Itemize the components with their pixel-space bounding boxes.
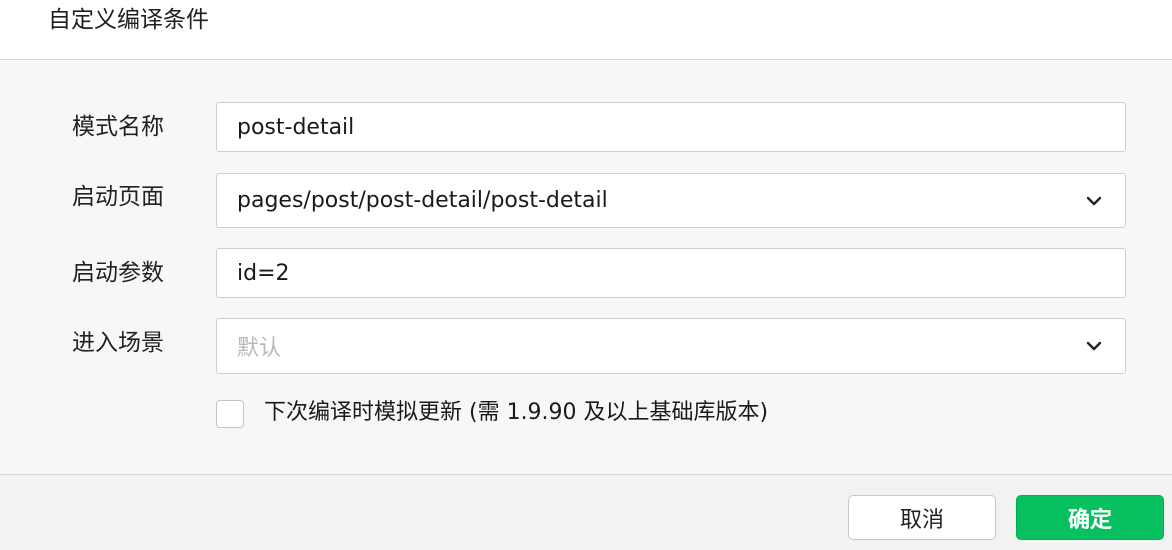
launch-params-field[interactable]: [216, 248, 1126, 298]
chevron-down-icon: [1083, 335, 1105, 357]
confirm-button[interactable]: 确定: [1016, 495, 1164, 540]
scene-select[interactable]: 默认: [216, 318, 1126, 374]
chevron-down-icon: [1083, 190, 1105, 212]
mode-name-field[interactable]: [216, 102, 1126, 152]
cancel-button[interactable]: 取消: [848, 495, 996, 540]
mode-name-input[interactable]: [237, 114, 1105, 140]
scene-label: 进入场景: [72, 330, 164, 356]
launch-page-label: 启动页面: [72, 184, 164, 210]
dialog-footer: 取消 确定: [0, 474, 1172, 550]
launch-params-input[interactable]: [237, 260, 1105, 286]
dialog-title-bar: 自定义编译条件: [0, 0, 1172, 60]
scene-placeholder: 默认: [237, 336, 282, 361]
launch-page-select[interactable]: pages/post/post-detail/post-detail: [216, 173, 1126, 228]
launch-params-label: 启动参数: [72, 260, 164, 286]
launch-page-value: pages/post/post-detail/post-detail: [237, 188, 608, 213]
dialog-title: 自定义编译条件: [48, 7, 209, 33]
simulate-update-label[interactable]: 下次编译时模拟更新 (需 1.9.90 及以上基础库版本): [264, 398, 768, 428]
mode-name-label: 模式名称: [72, 114, 164, 140]
simulate-update-checkbox[interactable]: [216, 400, 244, 428]
